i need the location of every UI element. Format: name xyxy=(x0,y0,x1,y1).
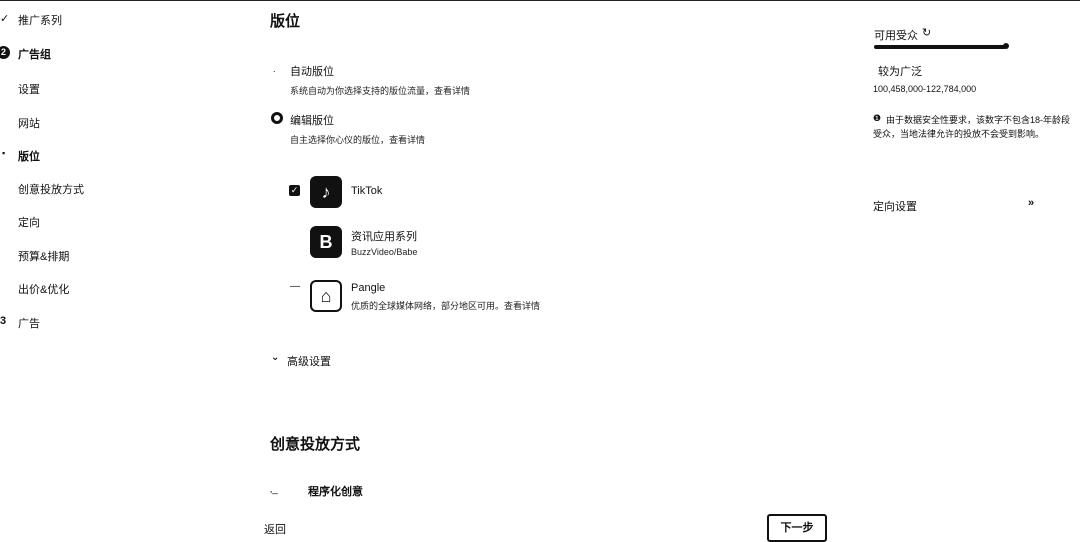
audience-range: 100,458,000-122,784,000 xyxy=(873,84,977,94)
double-chevron-down-icon[interactable]: » xyxy=(1028,197,1034,209)
tiktok-checkbox[interactable]: ✓ xyxy=(289,185,300,196)
news-apps-label: 资讯应用系列 xyxy=(351,231,417,243)
step-campaign[interactable]: 推广系列 xyxy=(18,12,62,28)
targeting-settings-label[interactable]: 定向设置 xyxy=(873,198,917,214)
step2-number-badge: 2 xyxy=(0,46,10,59)
nav-placement[interactable]: 版位 xyxy=(18,148,40,164)
audience-note: 由于数据安全性要求，该数字不包含18-年龄段受众，当地法律允许的投放不会受到影响… xyxy=(873,115,1071,139)
top-border xyxy=(0,0,1080,1)
step3-number: 3 xyxy=(0,315,7,327)
back-button[interactable]: 返回 xyxy=(264,521,286,537)
auto-placement-radio[interactable]: . xyxy=(273,64,276,74)
chevron-down-icon[interactable]: ⌄ xyxy=(271,352,279,363)
edit-placement-radio[interactable] xyxy=(271,112,283,124)
nav-settings[interactable]: 设置 xyxy=(18,81,40,97)
auto-placement-desc: 系统自动为你选择支持的版位流量，查看详情 xyxy=(290,86,471,96)
step-ad[interactable]: 广告 xyxy=(18,315,40,331)
nav-budget-schedule[interactable]: 预算&排期 xyxy=(18,248,69,264)
edit-placement-label[interactable]: 编辑版位 xyxy=(290,112,334,128)
pangle-icon: ⌂ xyxy=(310,280,342,312)
news-apps-desc: BuzzVideo/Babe xyxy=(351,247,418,257)
step-adgroup[interactable]: 广告组 xyxy=(18,46,51,62)
pangle-indeterminate-checkbox[interactable]: — xyxy=(290,281,300,292)
nav-bidding-optimization[interactable]: 出价&优化 xyxy=(18,281,69,297)
tiktok-label: TikTok xyxy=(351,185,383,197)
news-apps-icon: B xyxy=(310,226,342,258)
edit-placement-desc: 自主选择你心仪的版位，查看详情 xyxy=(290,135,426,145)
nav-website[interactable]: 网站 xyxy=(18,115,40,131)
active-marker-icon: ▪ xyxy=(2,148,6,158)
programmatic-toggle[interactable]: ‚_ xyxy=(270,484,278,495)
tiktok-icon: ♪ xyxy=(310,176,342,208)
audience-title: 可用受众 xyxy=(874,30,918,42)
nav-targeting[interactable]: 定向 xyxy=(18,214,40,230)
audience-level: 较为广泛 xyxy=(878,66,922,78)
refresh-icon[interactable]: ↻ xyxy=(922,26,931,39)
auto-placement-label[interactable]: 自动版位 xyxy=(290,63,334,79)
placement-title: 版位 xyxy=(270,13,301,30)
programmatic-creative-label: 程序化创意 xyxy=(308,486,363,498)
step1-check-icon: ✓ xyxy=(0,13,10,25)
audience-breadth-bar xyxy=(874,45,1006,49)
pangle-desc: 优质的全球媒体网络，部分地区可用。查看详情 xyxy=(351,301,541,311)
creative-delivery-title: 创意投放方式 xyxy=(270,436,361,453)
audience-breadth-marker xyxy=(1003,43,1009,49)
nav-creative-delivery[interactable]: 创意投放方式 xyxy=(18,181,84,197)
advanced-settings-toggle[interactable]: 高级设置 xyxy=(287,353,331,369)
pangle-label: Pangle xyxy=(351,282,386,294)
next-button[interactable]: 下一步 xyxy=(767,514,827,542)
